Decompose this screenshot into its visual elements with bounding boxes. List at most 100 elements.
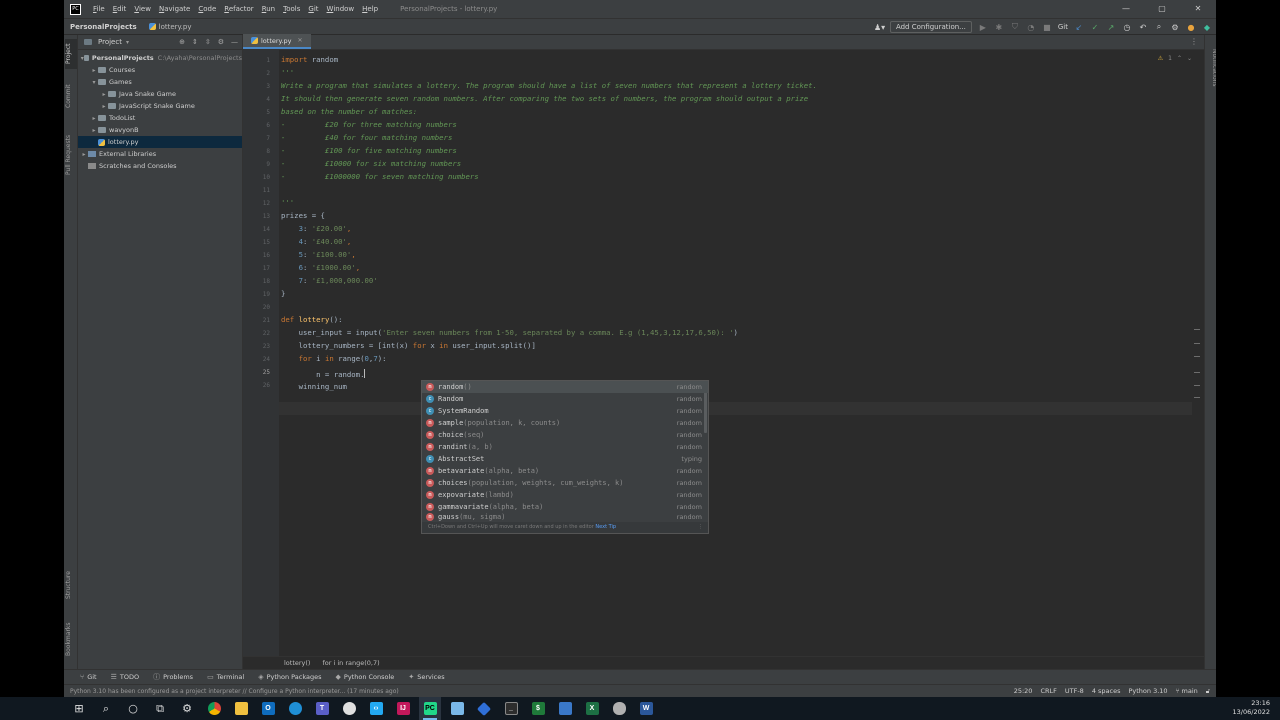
tree-item-lottery-py[interactable]: lottery.py: [78, 136, 242, 148]
money-app-icon[interactable]: $: [527, 697, 549, 720]
task-view-icon[interactable]: ⧉: [149, 697, 171, 720]
tool-window-services[interactable]: ✦ Services: [408, 673, 444, 681]
chevron-down-icon[interactable]: ⌄: [1187, 55, 1192, 62]
user-icon[interactable]: ♟▾: [874, 23, 885, 32]
hide-panel-icon[interactable]: —: [231, 38, 238, 46]
code-editor[interactable]: lottery.py ✕ ⋮ 1 2 3 4 5 6 7 8 9 10 11 1…: [243, 34, 1204, 656]
breadcrumb-loop[interactable]: for i in range(0,7): [322, 659, 379, 667]
inspection-widget[interactable]: ⚠ 1 ⌃ ⌄: [1158, 55, 1192, 62]
stripe-tab-commit[interactable]: Commit: [65, 79, 77, 113]
minimize-button[interactable]: —: [1108, 0, 1144, 18]
settings-gear-icon[interactable]: ⚙: [176, 697, 198, 720]
stripe-tab-pull-requests[interactable]: Pull Requests: [65, 127, 77, 183]
chevron-right-icon[interactable]: ▸: [90, 67, 98, 74]
menu-view[interactable]: View: [130, 5, 155, 13]
rollback-icon[interactable]: ↶: [1138, 23, 1148, 32]
code-completion-popup[interactable]: m random() random c Random random c SystemRan…: [421, 380, 709, 534]
tree-item-personalprojects[interactable]: ▾ PersonalProjects C:\Ayaha\PersonalProjec…: [78, 52, 242, 64]
spotify-style-icon[interactable]: [338, 697, 360, 720]
chevron-right-icon[interactable]: ▸: [100, 91, 108, 98]
run-icon[interactable]: ▶: [978, 23, 988, 32]
more-tabs-icon[interactable]: ⋮: [1190, 37, 1198, 46]
pycharm-taskbar-icon[interactable]: PC: [419, 697, 441, 720]
close-tab-icon[interactable]: ✕: [298, 37, 303, 44]
scrollbar-marker[interactable]: [1194, 385, 1200, 386]
chevron-down-icon[interactable]: ▾: [126, 39, 129, 46]
system-clock[interactable]: 23:16 13/06/2022: [1233, 699, 1270, 717]
excel-icon[interactable]: X: [581, 697, 603, 720]
git-update-icon[interactable]: ↙: [1074, 23, 1084, 32]
tree-item-todolist[interactable]: ▸ TodoList: [78, 112, 242, 124]
tree-item-javascript-snake-game[interactable]: ▸ JavaScript Snake Game: [78, 100, 242, 112]
word-icon[interactable]: W: [635, 697, 657, 720]
scrollbar-marker[interactable]: [1194, 372, 1200, 373]
outlook-icon[interactable]: O: [257, 697, 279, 720]
file-encoding[interactable]: UTF-8: [1065, 687, 1084, 696]
close-button[interactable]: ✕: [1180, 0, 1216, 18]
file-explorer-icon[interactable]: [230, 697, 252, 720]
cloud-app-icon[interactable]: [608, 697, 630, 720]
stripe-tab-bookmarks[interactable]: Bookmarks: [65, 617, 77, 661]
cortana-icon[interactable]: ○: [122, 697, 144, 720]
coverage-icon[interactable]: ⛉: [1010, 22, 1020, 32]
scrollbar-marker[interactable]: [1194, 397, 1200, 398]
notes-icon[interactable]: [446, 697, 468, 720]
caret-position[interactable]: 25:20: [1014, 687, 1033, 696]
search-everywhere-icon[interactable]: ⌕: [1154, 22, 1164, 32]
completion-item[interactable]: m gammavariate (alpha, beta) random: [422, 501, 708, 513]
line-separator[interactable]: CRLF: [1040, 687, 1056, 696]
completion-item[interactable]: c SystemRandom random: [422, 405, 708, 417]
scrollbar-marker[interactable]: [1194, 329, 1200, 330]
completion-item[interactable]: m gauss (mu, sigma) random: [422, 513, 708, 521]
vscode-icon[interactable]: ‹›: [365, 697, 387, 720]
chevron-right-icon[interactable]: ▸: [80, 151, 88, 158]
menu-tools[interactable]: Tools: [279, 5, 304, 13]
breadcrumb-function[interactable]: lottery(): [284, 659, 310, 667]
indent-setting[interactable]: 4 spaces: [1092, 687, 1121, 696]
settings-gear-icon[interactable]: ⚙: [1170, 23, 1180, 32]
updates-icon[interactable]: ●: [1186, 23, 1196, 32]
project-panel-title[interactable]: Project: [98, 38, 122, 46]
completion-item[interactable]: m sample (population, k, counts) random: [422, 417, 708, 429]
history-icon[interactable]: ◷: [1122, 23, 1132, 32]
stripe-tab-project[interactable]: Project: [65, 39, 77, 69]
tree-item-games[interactable]: ▾ Games: [78, 76, 242, 88]
completion-item[interactable]: c Random random: [422, 393, 708, 405]
git-branch[interactable]: ⑂ main: [1176, 687, 1198, 696]
more-options-icon[interactable]: ⋮: [698, 522, 703, 533]
tool-window-git[interactable]: ⑂ Git: [80, 673, 97, 681]
editor-tab-lottery-py[interactable]: lottery.py ✕: [243, 34, 311, 49]
nav-project-crumb[interactable]: PersonalProjects: [64, 23, 143, 31]
menu-git[interactable]: Git: [304, 5, 322, 13]
scrollbar-marker[interactable]: [1194, 343, 1200, 344]
debug-icon[interactable]: ✱: [994, 23, 1004, 32]
tool-window-problems[interactable]: ⓘ Problems: [153, 672, 193, 682]
jetbrains-toolbox-icon[interactable]: ◆: [1202, 23, 1212, 32]
lock-icon[interactable]: 🔓︎: [1206, 687, 1210, 696]
edge-icon[interactable]: [284, 697, 306, 720]
completion-item[interactable]: m random() random: [422, 381, 708, 393]
stripe-tab-notifications[interactable]: Notifications: [1206, 43, 1216, 93]
remote-desktop-icon[interactable]: [554, 697, 576, 720]
tool-window-todo[interactable]: ☰ TODO: [111, 673, 140, 681]
menu-run[interactable]: Run: [258, 5, 279, 13]
chevron-right-icon[interactable]: ▸: [90, 127, 98, 134]
next-tip-link[interactable]: Next Tip: [595, 524, 616, 530]
add-configuration-button[interactable]: Add Configuration...: [889, 21, 972, 33]
options-gear-icon[interactable]: ⚙: [218, 38, 224, 46]
tool-window-python-console[interactable]: ◆ Python Console: [336, 673, 395, 681]
scrollbar-marker[interactable]: [1194, 356, 1200, 357]
tool-window-python-packages[interactable]: ◈ Python Packages: [258, 673, 321, 681]
status-message[interactable]: Python 3.10 has been configured as a pro…: [64, 688, 399, 695]
menu-code[interactable]: Code: [194, 5, 220, 13]
menu-window[interactable]: Window: [323, 5, 359, 13]
teams-icon[interactable]: T: [311, 697, 333, 720]
git-push-icon[interactable]: ↗: [1106, 23, 1116, 32]
completion-item[interactable]: m choices (population, weights, cum_weight…: [422, 477, 708, 489]
completion-item[interactable]: m betavariate (alpha, beta) random: [422, 465, 708, 477]
tree-item-java-snake-game[interactable]: ▸ Java Snake Game: [78, 88, 242, 100]
maximize-button[interactable]: ▢: [1144, 0, 1180, 18]
terminal-icon[interactable]: _: [500, 697, 522, 720]
intellij-icon[interactable]: IJ: [392, 697, 414, 720]
search-icon[interactable]: ⌕: [95, 697, 117, 720]
